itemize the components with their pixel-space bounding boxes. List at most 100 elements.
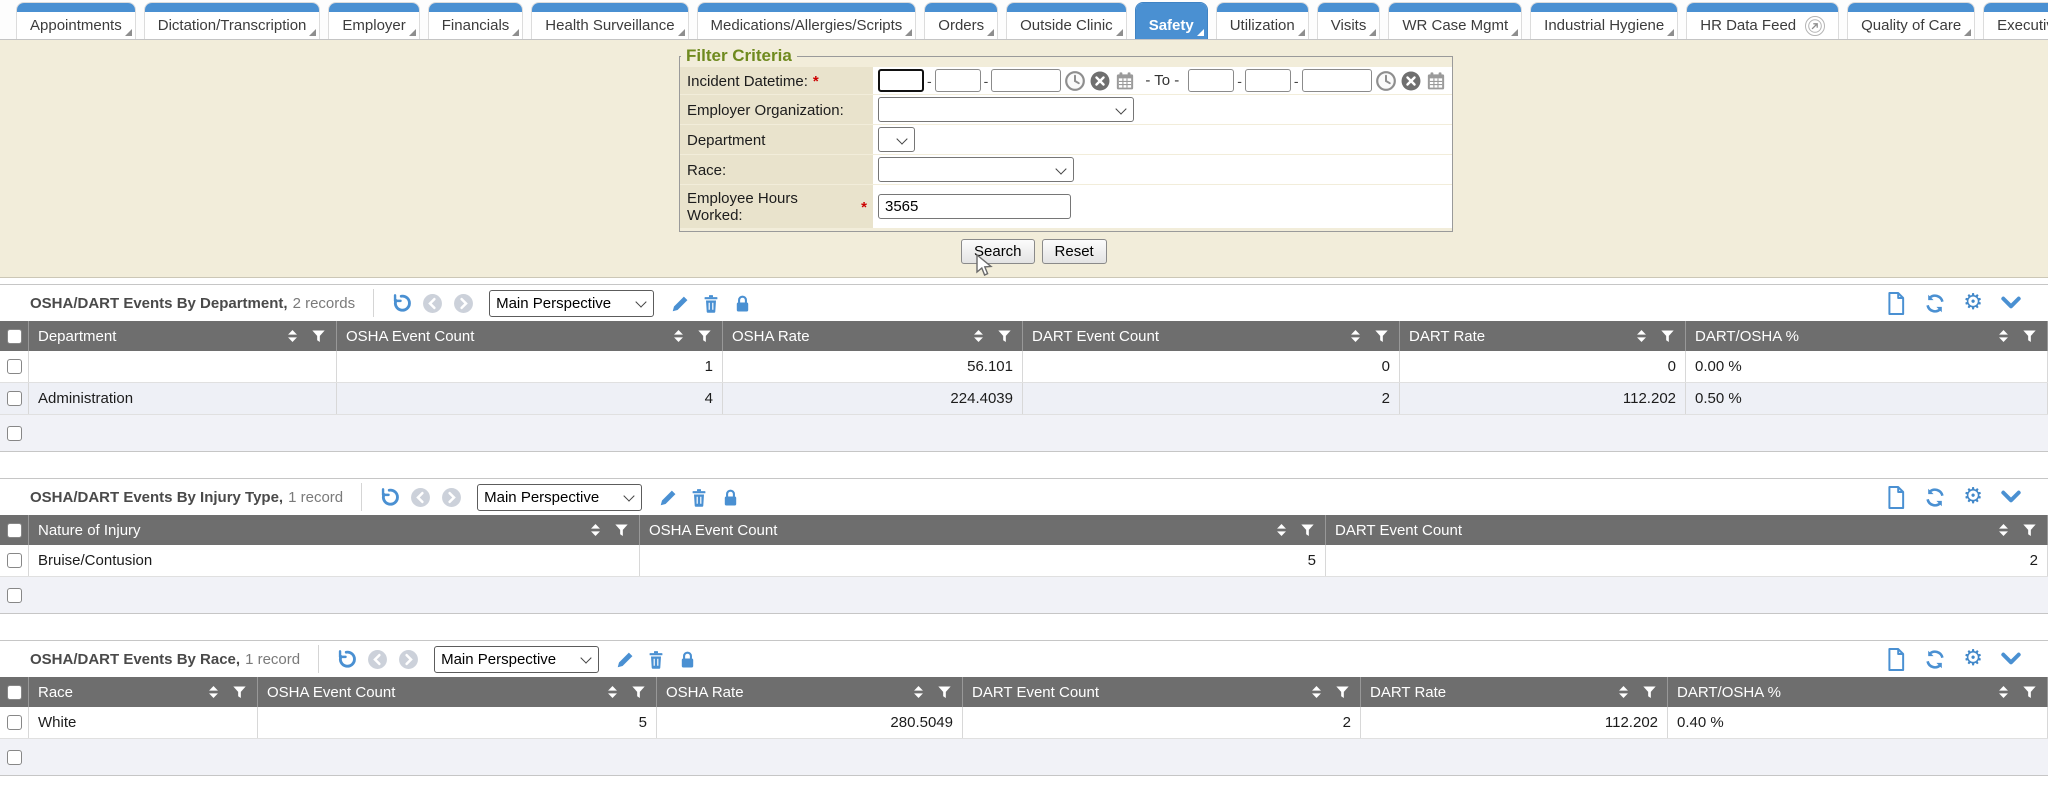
delete-trash-icon[interactable] — [688, 486, 710, 508]
reset-button[interactable]: Reset — [1042, 239, 1107, 264]
delete-trash-icon[interactable] — [700, 292, 722, 314]
chevron-down-icon[interactable] — [2000, 292, 2022, 314]
perspective-select[interactable]: Main Perspective — [489, 290, 654, 317]
sort-icon[interactable] — [1344, 325, 1366, 347]
employee-hours-input[interactable] — [878, 194, 1071, 219]
sort-icon[interactable] — [281, 325, 303, 347]
perspective-select[interactable]: Main Perspective — [434, 646, 599, 673]
sort-icon[interactable] — [601, 681, 623, 703]
undo-icon[interactable] — [335, 648, 357, 670]
date-to-day-input[interactable] — [1245, 69, 1291, 92]
column-header-osha-event-count[interactable]: OSHA Event Count — [337, 321, 723, 351]
row-checkbox[interactable] — [7, 391, 22, 406]
column-header-department[interactable]: Department — [29, 321, 337, 351]
date-from-year-input[interactable] — [991, 69, 1061, 92]
new-page-icon[interactable] — [1885, 648, 1907, 670]
column-header-osha-event-count[interactable]: OSHA Event Count — [640, 515, 1326, 545]
tab-appointments[interactable]: Appointments — [16, 2, 136, 39]
date-to-month-input[interactable] — [1188, 69, 1234, 92]
sort-icon[interactable] — [1992, 325, 2014, 347]
tab-utilization[interactable]: Utilization — [1216, 2, 1309, 39]
column-header-dart-rate[interactable]: DART Rate — [1400, 321, 1686, 351]
row-checkbox[interactable] — [7, 359, 22, 374]
date-from-month-input[interactable] — [878, 69, 924, 92]
tab-health-surveillance[interactable]: Health Surveillance — [531, 2, 688, 39]
sort-icon[interactable] — [1992, 519, 2014, 541]
filter-funnel-icon[interactable] — [610, 519, 632, 541]
tab-quality-of-care[interactable]: Quality of Care — [1847, 2, 1975, 39]
sort-icon[interactable] — [1612, 681, 1634, 703]
undo-icon[interactable] — [378, 486, 400, 508]
filter-funnel-icon[interactable] — [1370, 325, 1392, 347]
clear-x-icon[interactable] — [1089, 70, 1111, 92]
filter-funnel-icon[interactable] — [933, 681, 955, 703]
sort-icon[interactable] — [1270, 519, 1292, 541]
footer-checkbox[interactable] — [7, 426, 22, 441]
employer-organization-select[interactable] — [878, 97, 1134, 122]
select-all-checkbox[interactable] — [7, 329, 22, 344]
filter-funnel-icon[interactable] — [993, 325, 1015, 347]
edit-pencil-icon[interactable] — [669, 292, 691, 314]
external-link-icon[interactable] — [1805, 16, 1825, 36]
filter-funnel-icon[interactable] — [2018, 519, 2040, 541]
row-checkbox[interactable] — [7, 715, 22, 730]
tab-outside-clinic[interactable]: Outside Clinic — [1006, 2, 1127, 39]
sort-icon[interactable] — [1305, 681, 1327, 703]
filter-funnel-icon[interactable] — [1656, 325, 1678, 347]
tab-orders[interactable]: Orders — [924, 2, 998, 39]
footer-checkbox[interactable] — [7, 588, 22, 603]
sort-icon[interactable] — [667, 325, 689, 347]
table-row[interactable]: 156.101000.00 % — [0, 351, 2048, 383]
sort-icon[interactable] — [1630, 325, 1652, 347]
filter-funnel-icon[interactable] — [1638, 681, 1660, 703]
refresh-icon[interactable] — [1924, 648, 1946, 670]
refresh-icon[interactable] — [1924, 292, 1946, 314]
race-select[interactable] — [878, 157, 1074, 182]
date-from-day-input[interactable] — [935, 69, 981, 92]
sort-icon[interactable] — [1992, 681, 2014, 703]
refresh-icon[interactable] — [1924, 486, 1946, 508]
chevron-down-icon[interactable] — [2000, 648, 2022, 670]
new-page-icon[interactable] — [1885, 486, 1907, 508]
filter-funnel-icon[interactable] — [2018, 681, 2040, 703]
column-header-dart-rate[interactable]: DART Rate — [1361, 677, 1668, 707]
delete-trash-icon[interactable] — [645, 648, 667, 670]
search-button[interactable]: Search — [961, 239, 1035, 264]
table-row[interactable]: White5280.50492112.2020.40 % — [0, 707, 2048, 739]
perspective-select[interactable]: Main Perspective — [477, 484, 642, 511]
gear-icon[interactable]: ⚙ — [1963, 648, 1983, 670]
tab-visits[interactable]: Visits — [1317, 2, 1381, 39]
column-header-race[interactable]: Race — [29, 677, 258, 707]
chevron-down-icon[interactable] — [2000, 486, 2022, 508]
clear-x-icon[interactable] — [1400, 70, 1422, 92]
table-row[interactable]: Bruise/Contusion52 — [0, 545, 2048, 577]
tab-employer[interactable]: Employer — [328, 2, 419, 39]
department-select[interactable] — [878, 127, 915, 152]
sort-icon[interactable] — [907, 681, 929, 703]
column-header-dart-event-count[interactable]: DART Event Count — [963, 677, 1361, 707]
lock-icon[interactable] — [676, 648, 698, 670]
undo-icon[interactable] — [390, 292, 412, 314]
filter-funnel-icon[interactable] — [307, 325, 329, 347]
date-to-year-input[interactable] — [1302, 69, 1372, 92]
edit-pencil-icon[interactable] — [614, 648, 636, 670]
clock-icon[interactable] — [1375, 70, 1397, 92]
column-header-dart-event-count[interactable]: DART Event Count — [1326, 515, 2048, 545]
column-header-osha-rate[interactable]: OSHA Rate — [723, 321, 1023, 351]
sort-icon[interactable] — [584, 519, 606, 541]
gear-icon[interactable]: ⚙ — [1963, 292, 1983, 314]
column-header-dart-osha[interactable]: DART/OSHA % — [1668, 677, 2048, 707]
tab-financials[interactable]: Financials — [428, 2, 524, 39]
filter-funnel-icon[interactable] — [228, 681, 250, 703]
tab-executive-dashboard[interactable]: Executive Dashboard — [1983, 2, 2048, 39]
lock-icon[interactable] — [731, 292, 753, 314]
select-all-checkbox[interactable] — [7, 685, 22, 700]
edit-pencil-icon[interactable] — [657, 486, 679, 508]
gear-icon[interactable]: ⚙ — [1963, 486, 1983, 508]
tab-safety[interactable]: Safety — [1135, 2, 1208, 39]
calendar-icon[interactable] — [1114, 70, 1136, 92]
tab-dictation-transcription[interactable]: Dictation/Transcription — [144, 2, 321, 39]
lock-icon[interactable] — [719, 486, 741, 508]
sort-icon[interactable] — [967, 325, 989, 347]
filter-funnel-icon[interactable] — [1331, 681, 1353, 703]
